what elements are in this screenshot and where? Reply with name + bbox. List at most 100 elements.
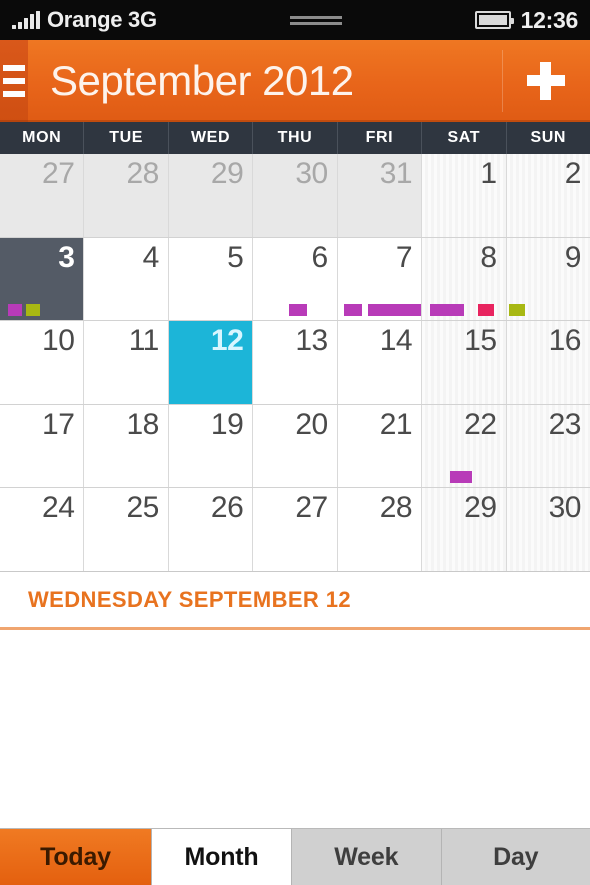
weekday-label-fri: FRI — [338, 122, 423, 154]
day-cell-12[interactable]: 12 — [168, 321, 254, 404]
day-cell-17[interactable]: 17 — [0, 404, 85, 488]
tab-week[interactable]: Week — [292, 829, 442, 885]
day-number: 11 — [128, 324, 160, 358]
event-markers — [253, 304, 336, 317]
day-number: 9 — [564, 240, 582, 274]
calendar-week-row: 10 11 12 13 14 15 16 — [0, 321, 590, 405]
weekday-label-tue: TUE — [84, 122, 169, 154]
day-cell-26[interactable]: 26 — [168, 488, 254, 571]
day-cell-28[interactable]: 28 — [337, 488, 423, 571]
selected-day-header: WEDNESDAY SEPTEMBER 12 — [0, 572, 590, 630]
event-bar[interactable] — [478, 304, 495, 317]
status-bar: Orange 3G 12:36 — [0, 0, 590, 40]
event-bar[interactable] — [450, 471, 473, 484]
day-cell-9[interactable]: 9 — [506, 237, 590, 321]
tab-month[interactable]: Month — [152, 829, 292, 885]
day-cell-16[interactable]: 16 — [506, 321, 590, 404]
event-bar[interactable] — [26, 304, 40, 317]
day-cell-24[interactable]: 24 — [0, 488, 85, 571]
day-number: 23 — [548, 407, 582, 441]
event-bar[interactable] — [8, 304, 22, 317]
event-bar[interactable] — [367, 304, 422, 317]
selected-day-title: WEDNESDAY SEPTEMBER 12 — [28, 586, 351, 612]
day-cell-14[interactable]: 14 — [337, 321, 423, 404]
add-event-button[interactable] — [502, 40, 590, 122]
day-cell-15[interactable]: 15 — [422, 321, 507, 404]
day-cell-28[interactable]: 28 — [84, 154, 169, 237]
view-tab-bar: Today Month Week Day — [0, 828, 590, 885]
day-number: 10 — [42, 324, 75, 358]
event-bar[interactable] — [508, 304, 525, 317]
day-number: 14 — [379, 324, 413, 358]
day-number: 22 — [464, 407, 497, 441]
drag-handle-icon — [289, 15, 342, 25]
day-number: 7 — [395, 240, 413, 274]
day-number: 27 — [295, 491, 328, 525]
agenda-list[interactable] — [0, 630, 590, 828]
day-number: 21 — [379, 407, 413, 441]
day-number: 12 — [210, 324, 244, 358]
day-cell-4[interactable]: 4 — [84, 237, 169, 321]
plus-icon — [527, 62, 565, 100]
event-markers — [338, 304, 422, 317]
tab-day[interactable]: Day — [441, 829, 590, 885]
day-cell-1[interactable]: 1 — [422, 154, 507, 237]
signal-bars-icon — [12, 11, 40, 29]
day-cell-20[interactable]: 20 — [253, 404, 338, 488]
day-cell-31[interactable]: 31 — [337, 154, 423, 237]
day-number: 25 — [126, 491, 159, 525]
event-bar[interactable] — [289, 304, 308, 317]
day-cell-18[interactable]: 18 — [84, 404, 169, 488]
carrier-label: Orange 3G — [47, 7, 157, 32]
day-number: 13 — [295, 324, 328, 358]
day-number: 6 — [311, 240, 329, 274]
day-cell-13[interactable]: 13 — [253, 321, 338, 404]
day-number: 16 — [548, 324, 582, 358]
weekday-label-sat: SAT — [422, 122, 507, 154]
day-cell-8[interactable]: 8 — [422, 237, 507, 321]
day-number: 29 — [210, 157, 244, 190]
day-number: 18 — [126, 407, 159, 441]
day-cell-7[interactable]: 7 — [337, 237, 423, 321]
day-number: 26 — [210, 491, 244, 525]
day-number: 28 — [379, 491, 413, 525]
day-cell-19[interactable]: 19 — [168, 404, 254, 488]
day-cell-2[interactable]: 2 — [506, 154, 590, 237]
day-cell-27[interactable]: 27 — [0, 154, 85, 237]
day-number: 27 — [42, 157, 75, 190]
calendar-grid[interactable]: 27 28 29 30 31 1 2 3 4 5 6 7 8 9 10 11 12 13 14 15 16 17 18 19 2… — [0, 154, 590, 572]
weekday-label-mon: MON — [0, 122, 85, 154]
day-cell-29[interactable]: 29 — [168, 154, 254, 237]
hamburger-menu-icon[interactable] — [0, 40, 28, 122]
day-cell-11[interactable]: 11 — [84, 321, 169, 404]
battery-full-icon — [474, 11, 514, 29]
day-number: 24 — [42, 491, 75, 525]
day-cell-21[interactable]: 21 — [337, 404, 423, 488]
weekday-label-wed: WED — [169, 122, 254, 154]
day-cell-23[interactable]: 23 — [506, 404, 590, 488]
day-number: 30 — [548, 491, 582, 525]
event-bar[interactable] — [343, 304, 362, 317]
day-number: 8 — [480, 240, 497, 274]
day-cell-5[interactable]: 5 — [168, 237, 254, 321]
day-cell-30[interactable]: 30 — [506, 488, 590, 571]
day-cell-22[interactable]: 22 — [422, 404, 507, 488]
day-cell-3[interactable]: 3 — [0, 237, 85, 321]
day-cell-27[interactable]: 27 — [253, 488, 338, 571]
day-cell-10[interactable]: 10 — [0, 321, 85, 404]
day-number: 20 — [295, 407, 328, 441]
calendar-week-row: 24 25 26 27 28 29 30 — [0, 488, 590, 571]
day-number: 19 — [210, 407, 244, 441]
day-cell-25[interactable]: 25 — [84, 488, 169, 571]
day-number: 31 — [379, 157, 413, 190]
tab-today[interactable]: Today — [0, 829, 152, 885]
day-cell-6[interactable]: 6 — [253, 237, 338, 321]
day-cell-30[interactable]: 30 — [253, 154, 338, 237]
weekday-label-thu: THU — [253, 122, 338, 154]
day-number: 3 — [58, 240, 75, 274]
day-cell-29[interactable]: 29 — [422, 488, 507, 571]
event-bar[interactable] — [430, 304, 465, 317]
weekday-label-sun: SUN — [530, 129, 567, 146]
weekday-header: MON TUE WED THU FRI SAT SUN — [0, 122, 590, 154]
status-bar-left: Orange 3G — [12, 7, 157, 33]
